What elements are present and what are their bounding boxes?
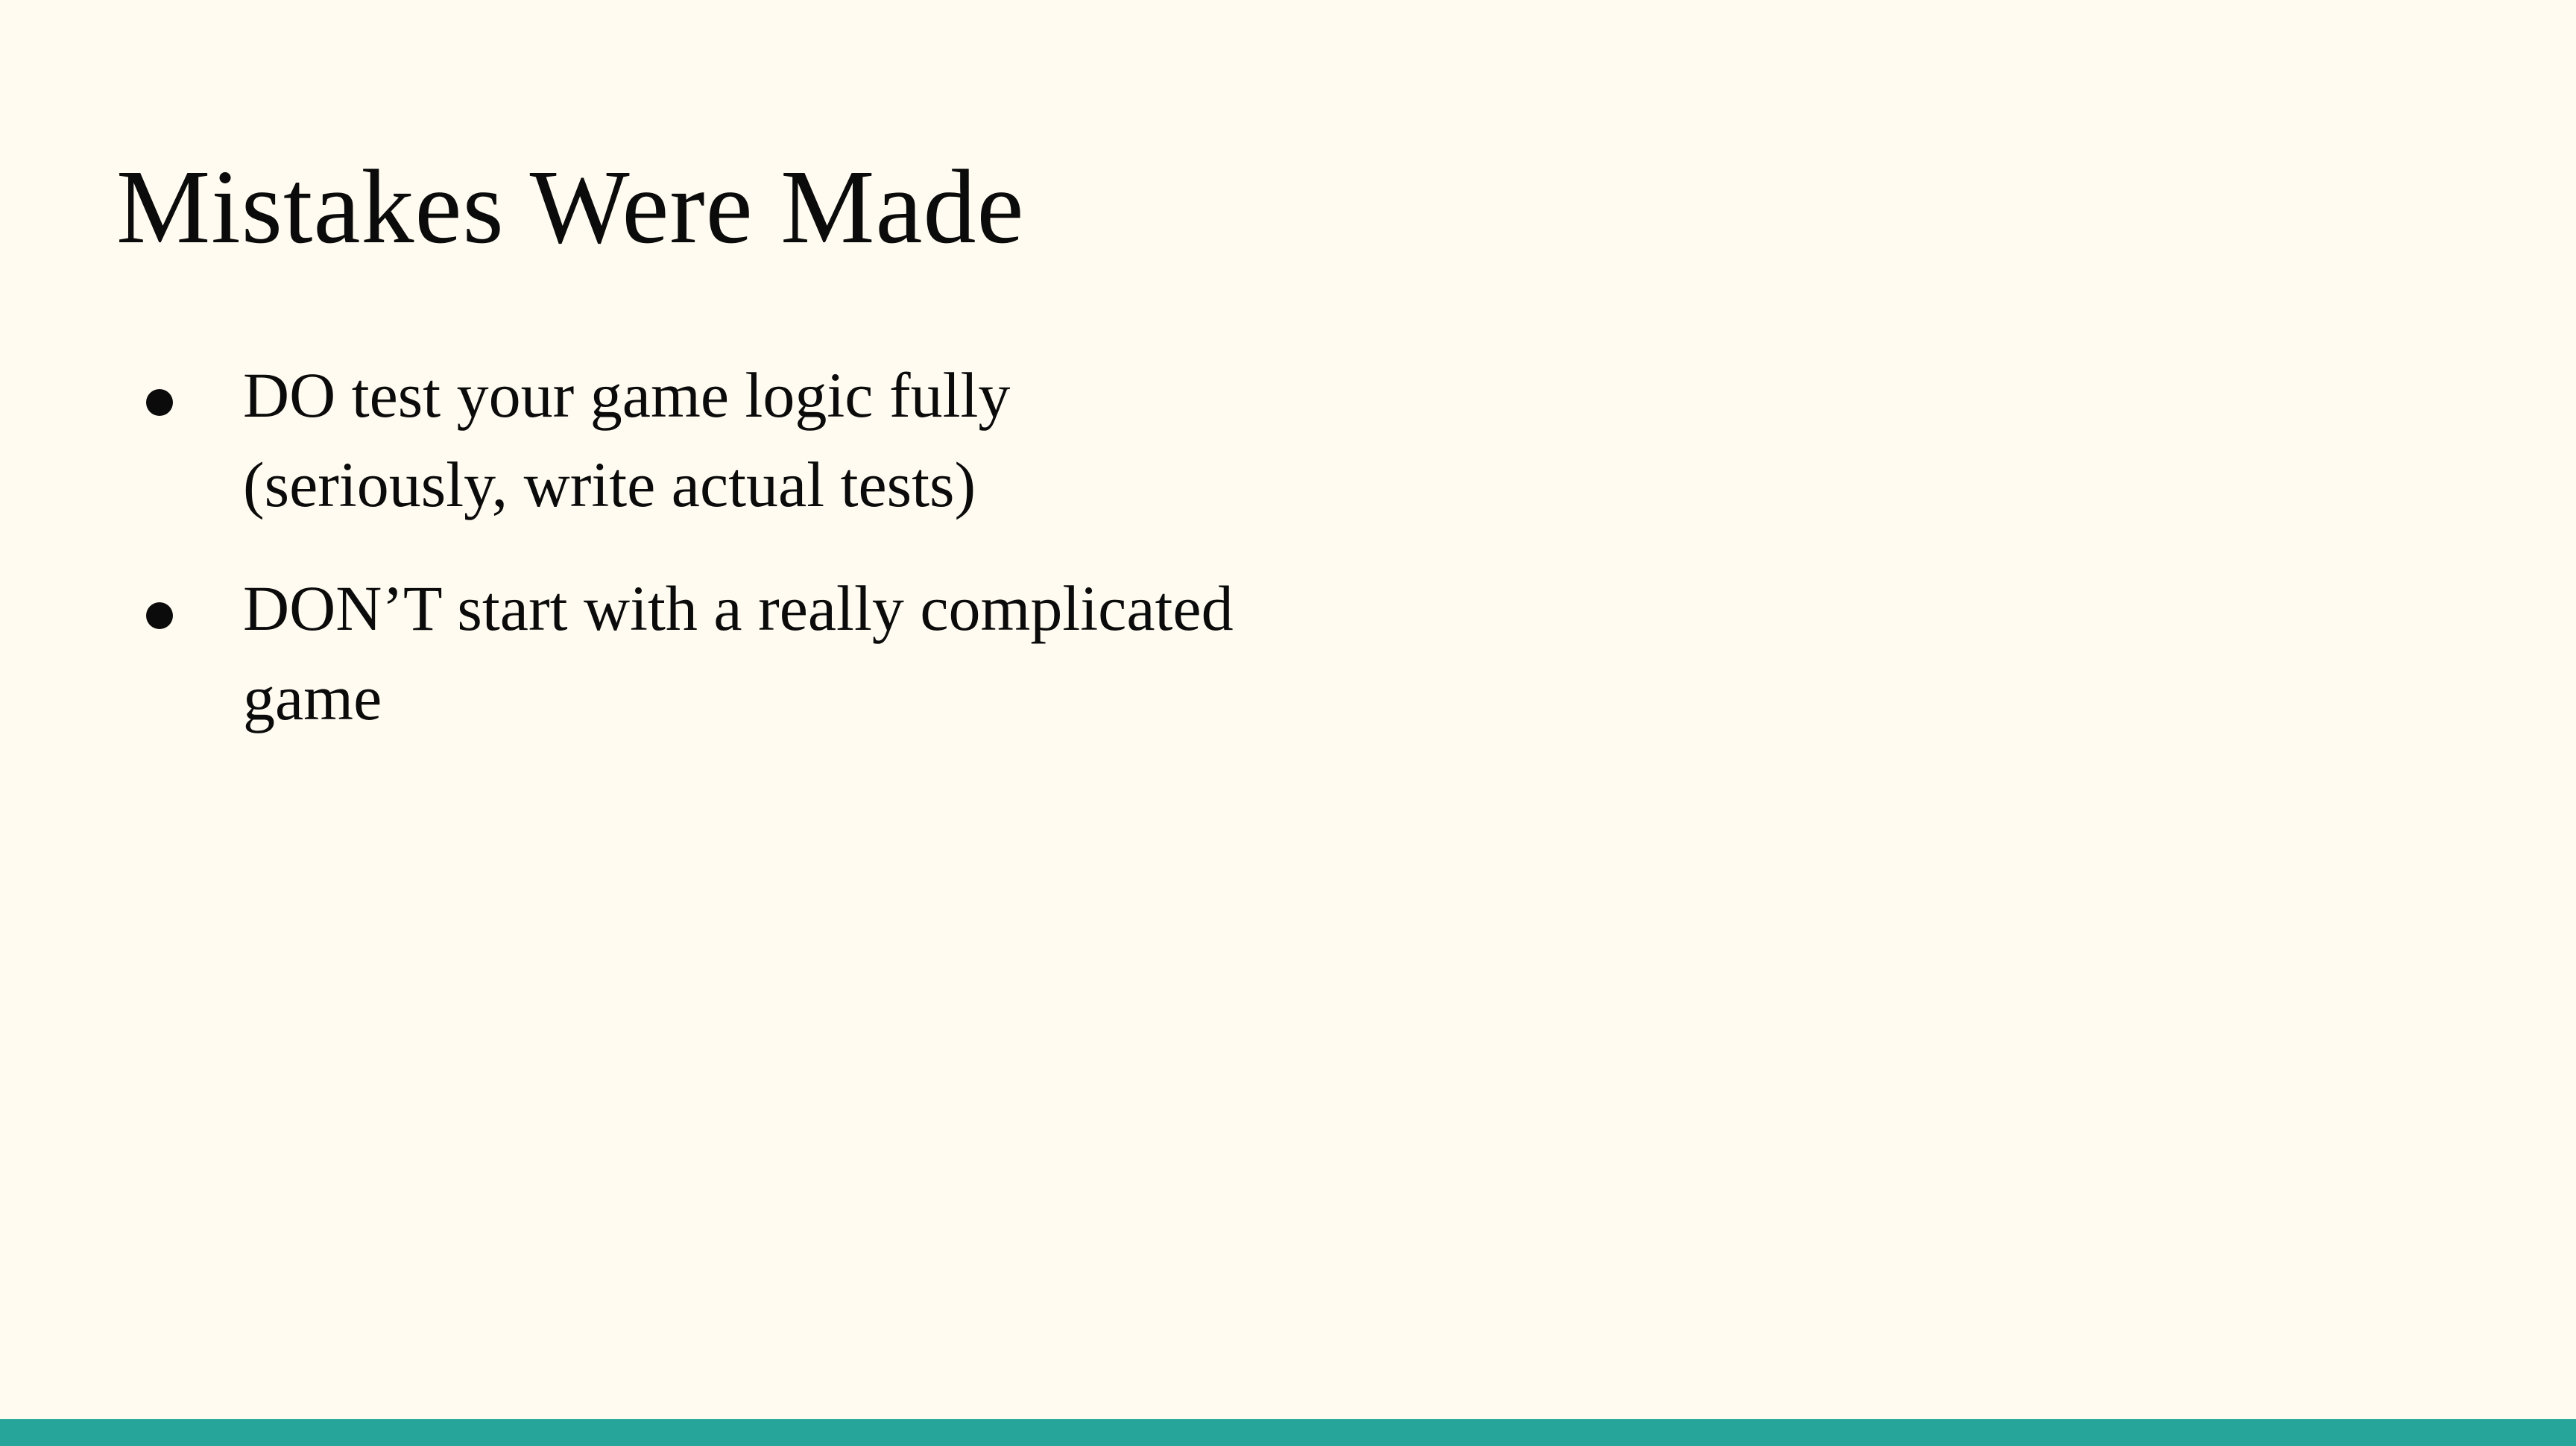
slide-title: Mistakes Were Made: [116, 148, 1025, 265]
bullet-list: DO test your game logic fully (seriously…: [139, 350, 1406, 777]
bullet-text-line: DON’T start with a really complicated: [243, 572, 1234, 644]
bullet-item: DO test your game logic fully (seriously…: [139, 350, 1406, 529]
slide: Mistakes Were Made DO test your game log…: [0, 0, 2576, 1446]
accent-bar: [0, 1419, 2576, 1446]
bullet-point-icon: [146, 602, 173, 629]
bullet-text-line: (seriously, write actual tests): [243, 449, 976, 520]
bullet-text-line: game: [243, 662, 382, 733]
bullet-text-line: DO test your game logic fully: [243, 359, 1011, 431]
bullet-item: DON’T start with a really complicated ga…: [139, 563, 1406, 742]
bullet-point-icon: [146, 389, 173, 416]
